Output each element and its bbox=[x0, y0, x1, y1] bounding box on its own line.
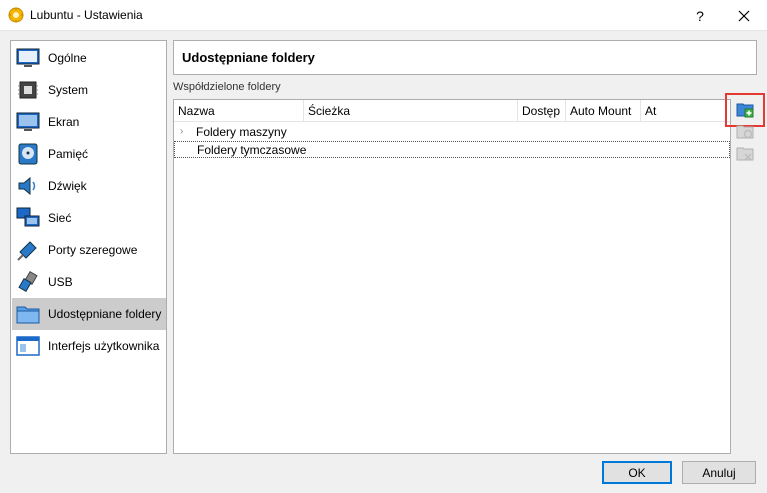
remove-shared-folder-icon bbox=[736, 147, 754, 161]
storage-icon bbox=[18, 143, 38, 165]
window-title: Lubuntu - Ustawienia bbox=[30, 8, 143, 22]
nav-label: System bbox=[48, 83, 89, 97]
remove-shared-folder-button[interactable] bbox=[734, 143, 756, 165]
network-icon bbox=[16, 207, 40, 227]
nav-item-storage[interactable]: Pamięć bbox=[12, 138, 166, 170]
serial-ports-icon bbox=[17, 241, 37, 261]
user-interface-icon bbox=[16, 336, 40, 356]
column-header-path[interactable]: Ścieżka bbox=[304, 100, 518, 122]
add-shared-folder-button[interactable] bbox=[734, 99, 756, 121]
nav-item-audio[interactable]: Dźwięk bbox=[12, 170, 166, 202]
system-icon bbox=[18, 81, 38, 99]
nav-label: Sieć bbox=[48, 211, 72, 225]
row-label: Foldery tymczasowe bbox=[197, 143, 307, 157]
nav-label: Pamięć bbox=[48, 147, 89, 161]
general-icon bbox=[16, 48, 40, 67]
close-button[interactable] bbox=[722, 0, 766, 31]
help-button[interactable]: ? bbox=[680, 0, 720, 31]
column-header-access[interactable]: Dostęp bbox=[518, 100, 566, 122]
nav-label: Udostępniane foldery bbox=[48, 307, 162, 321]
tree-header: Nazwa Ścieżka Dostęp Auto Mount At bbox=[174, 100, 730, 122]
nav-item-shared-folders[interactable]: Udostępniane foldery bbox=[12, 298, 166, 330]
page-title: Udostępniane foldery bbox=[182, 50, 315, 65]
nav-item-system[interactable]: System bbox=[12, 74, 166, 106]
settings-nav: Ogólne System Ekran Pamięć Dźwięk Sieć P… bbox=[10, 40, 167, 454]
display-icon bbox=[16, 112, 40, 131]
audio-icon bbox=[18, 176, 36, 196]
row-label: Foldery maszyny bbox=[196, 125, 287, 139]
shared-folder-toolbar bbox=[734, 99, 756, 179]
page-header: Udostępniane foldery bbox=[173, 40, 757, 75]
virtualbox-app-icon bbox=[8, 7, 24, 23]
shared-folders-tree[interactable]: Nazwa Ścieżka Dostęp Auto Mount At › Fol… bbox=[173, 99, 731, 454]
nav-label: USB bbox=[48, 275, 73, 289]
nav-label: Ogólne bbox=[48, 51, 87, 65]
column-header-auto-mount[interactable]: Auto Mount bbox=[566, 100, 641, 122]
cancel-button[interactable]: Anuluj bbox=[682, 461, 756, 484]
nav-item-serial-ports[interactable]: Porty szeregowe bbox=[12, 234, 166, 266]
nav-item-network[interactable]: Sieć bbox=[12, 202, 166, 234]
column-header-at[interactable]: At bbox=[641, 100, 730, 122]
nav-item-display[interactable]: Ekran bbox=[12, 106, 166, 138]
shared-folders-icon bbox=[16, 306, 40, 324]
title-bar: Lubuntu - Ustawienia ? bbox=[0, 0, 767, 31]
nav-item-usb[interactable]: USB bbox=[12, 266, 166, 298]
edit-shared-folder-icon bbox=[736, 125, 754, 139]
nav-item-user-interface[interactable]: Interfejs użytkownika bbox=[12, 330, 166, 362]
table-row[interactable]: › Foldery maszyny bbox=[174, 124, 730, 141]
nav-item-general[interactable]: Ogólne bbox=[12, 42, 166, 74]
expand-arrow-icon[interactable]: › bbox=[180, 126, 183, 137]
add-shared-folder-icon bbox=[736, 103, 754, 118]
shared-folders-group-label: Współdzielone foldery bbox=[173, 81, 281, 93]
column-header-name[interactable]: Nazwa bbox=[174, 100, 304, 122]
edit-shared-folder-button[interactable] bbox=[734, 121, 756, 143]
nav-label: Porty szeregowe bbox=[48, 243, 138, 257]
close-icon bbox=[738, 10, 750, 21]
ok-button[interactable]: OK bbox=[602, 461, 672, 484]
nav-label: Interfejs użytkownika bbox=[48, 339, 160, 353]
table-row[interactable]: Foldery tymczasowe bbox=[174, 141, 730, 158]
usb-icon bbox=[18, 270, 38, 293]
nav-label: Dźwięk bbox=[48, 179, 87, 193]
nav-label: Ekran bbox=[48, 115, 80, 129]
